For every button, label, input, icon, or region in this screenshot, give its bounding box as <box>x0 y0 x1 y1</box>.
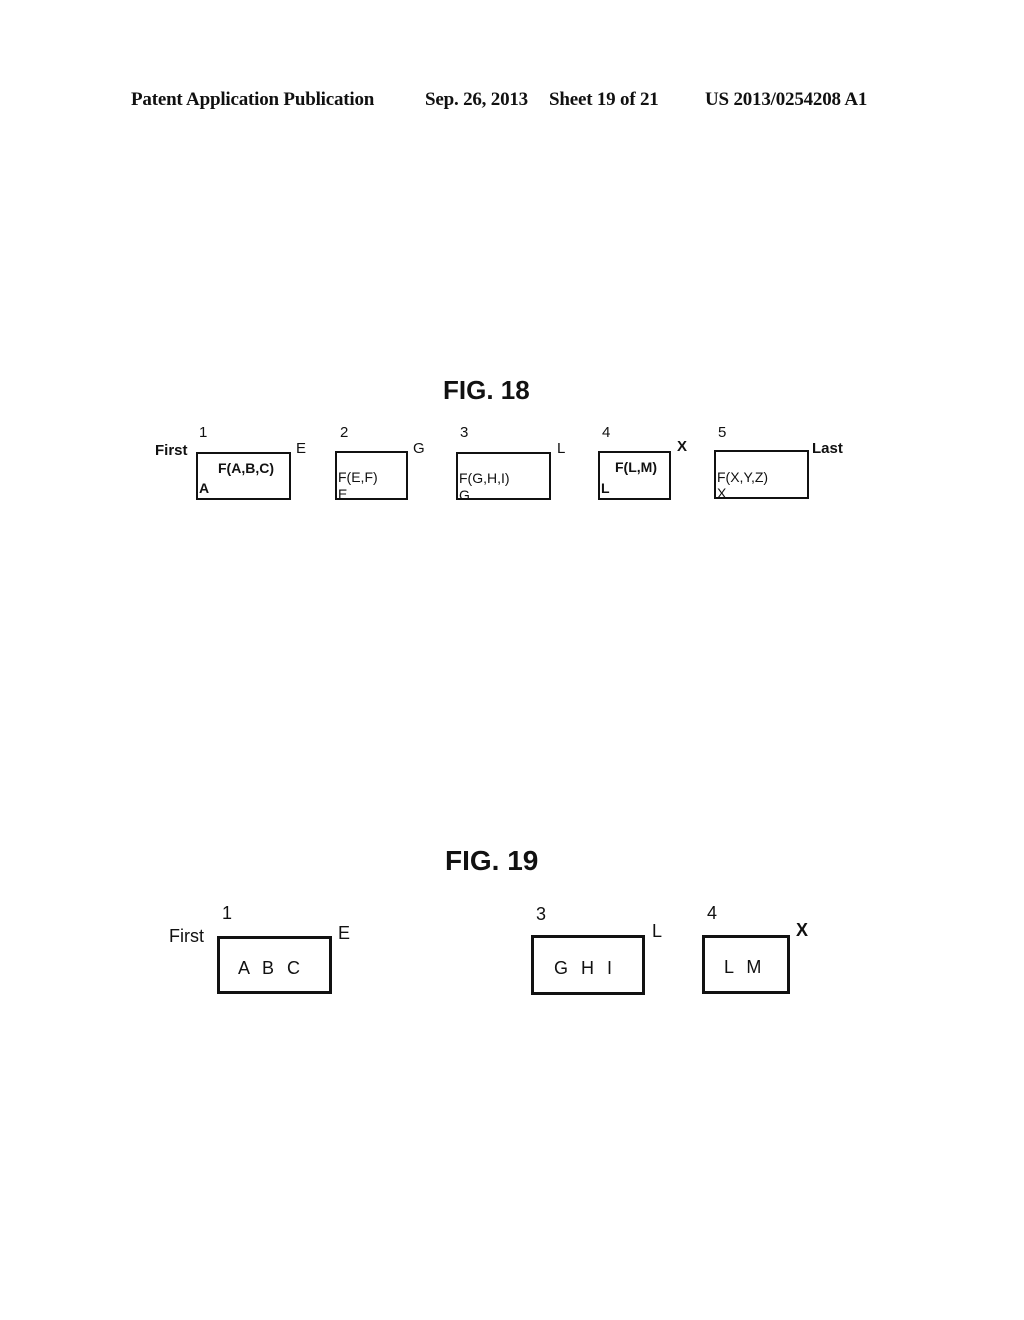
box-index: 1 <box>199 424 208 441</box>
block-box: F(A,B,C) A <box>196 452 291 500</box>
last-label: Last <box>812 440 843 457</box>
sheet-number: Sheet 19 of 21 <box>549 89 659 110</box>
block-box: F(L,M) L <box>598 451 671 500</box>
block-end-marker: L <box>557 440 566 457</box>
block-start-marker: L <box>601 480 610 496</box>
publication-date: Sep. 26, 2013 <box>425 89 528 110</box>
block-box: F(E,F) E <box>335 451 408 502</box>
publication-label: Patent Application Publication <box>131 89 375 110</box>
block-box: L M <box>702 935 790 994</box>
first-label: First <box>169 926 204 946</box>
block-start-marker: X <box>717 485 727 501</box>
block-end-marker: E <box>296 440 307 457</box>
fig18-title: FIG. 18 <box>443 375 530 405</box>
box-index: 3 <box>460 424 469 441</box>
block-function: F(G,H,I) <box>459 470 510 486</box>
block-end-marker: X <box>796 920 809 940</box>
block-function: F(A,B,C) <box>218 460 274 476</box>
block-function: F(L,M) <box>615 459 657 475</box>
box-index: 2 <box>340 424 349 441</box>
box-index: 1 <box>222 903 233 923</box>
block-box: G H I <box>531 935 645 995</box>
block-end-marker: G <box>413 440 425 457</box>
patent-number: US 2013/0254208 A1 <box>705 89 868 110</box>
fig19-title: FIG. 19 <box>445 845 539 876</box>
block-box: A B C <box>217 936 332 994</box>
block-contents: G H I <box>554 958 613 978</box>
box-index: 5 <box>718 424 727 441</box>
block-start-marker: E <box>338 486 348 502</box>
block-function: F(X,Y,Z) <box>717 469 769 485</box>
box-index: 3 <box>536 904 547 924</box>
box-index: 4 <box>707 903 718 923</box>
block-end-marker: X <box>677 438 688 455</box>
block-start-marker: G <box>459 487 470 503</box>
block-box: F(X,Y,Z) X <box>714 450 809 501</box>
box-index: 4 <box>602 424 611 441</box>
block-end-marker: L <box>652 921 663 941</box>
block-contents: L M <box>724 957 762 977</box>
block-end-marker: E <box>338 923 351 943</box>
block-contents: A B C <box>238 958 301 978</box>
first-label: First <box>155 442 188 459</box>
block-function: F(E,F) <box>338 469 378 485</box>
block-box: F(G,H,I) G <box>456 452 551 503</box>
block-start-marker: A <box>199 480 210 496</box>
